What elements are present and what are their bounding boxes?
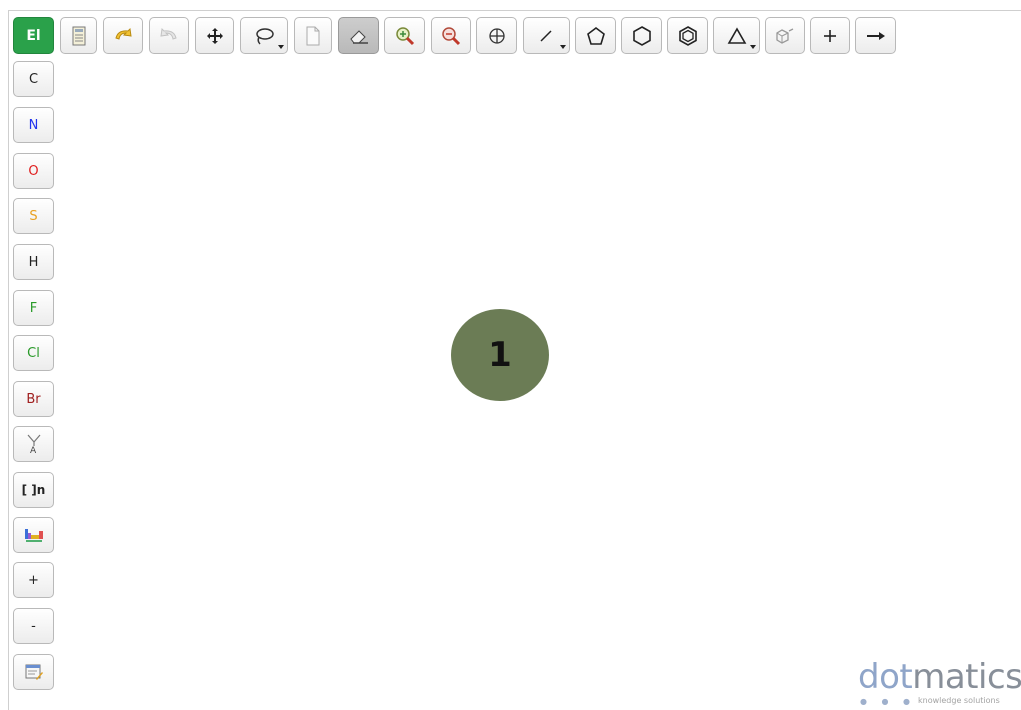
triangle-dropdown-icon (750, 45, 756, 49)
atom-cl-button[interactable]: Cl (13, 335, 54, 371)
atom-s-label: S (29, 208, 38, 224)
zoom-in-button[interactable] (384, 17, 425, 54)
lasso-icon (253, 26, 275, 46)
triangle-icon (726, 26, 748, 46)
pentagon-button[interactable] (575, 17, 616, 54)
periodic-table-button[interactable] (13, 517, 54, 553)
eraser-icon (348, 27, 370, 45)
3d-view-icon (774, 26, 796, 46)
hexagon-button[interactable] (621, 17, 662, 54)
logo-part-matics: matics (912, 657, 1021, 697)
benzene-button[interactable] (667, 17, 708, 54)
logo-tagline: knowledge solutions (918, 696, 1000, 705)
pentagon-icon (585, 25, 607, 47)
atom-br-label: Br (26, 391, 41, 407)
zoom-in-icon (394, 25, 416, 47)
dotmatics-logo: dotmatics ● ● ● knowledge solutions (858, 657, 1021, 707)
new-document-icon (305, 26, 321, 46)
atom-n-button[interactable]: N (13, 107, 54, 143)
3d-view-button[interactable] (765, 17, 805, 54)
logo-part-dot: dot (858, 657, 913, 697)
drawing-canvas[interactable] (60, 58, 1021, 710)
lasso-dropdown-icon (278, 45, 284, 49)
canvas-top-border (8, 10, 1021, 11)
benzene-icon (677, 25, 699, 47)
move-icon (206, 27, 224, 45)
charge-minus-icon: - (31, 618, 36, 634)
template-icon (70, 26, 88, 46)
grid-icon (488, 27, 506, 45)
periodic-table-icon (24, 527, 44, 543)
bond-dropdown-icon (560, 45, 566, 49)
atom-cl-label: Cl (27, 345, 40, 361)
template-button[interactable] (60, 17, 97, 54)
canvas-left-border (8, 10, 9, 710)
plus-button[interactable] (810, 17, 850, 54)
atom-o-label: O (28, 163, 39, 179)
redo-button[interactable] (149, 17, 189, 54)
callout-marker-label: 1 (488, 335, 512, 375)
atom-c-button[interactable]: C (13, 61, 54, 97)
notes-button[interactable] (13, 654, 54, 690)
bond-icon (537, 27, 557, 45)
zoom-out-icon (440, 25, 462, 47)
eraser-button[interactable] (338, 17, 379, 54)
lasso-button[interactable] (240, 17, 288, 54)
move-button[interactable] (195, 17, 234, 54)
atom-h-button[interactable]: H (13, 244, 54, 280)
svg-text:A: A (30, 446, 37, 455)
atom-f-label: F (29, 300, 38, 316)
atom-o-button[interactable]: O (13, 153, 54, 189)
new-document-button[interactable] (294, 17, 332, 54)
logo-dots: ● ● ● (860, 697, 917, 706)
hexagon-icon (631, 25, 653, 47)
notes-icon (24, 663, 44, 681)
triangle-button[interactable] (713, 17, 760, 54)
plus-icon (822, 28, 838, 44)
redo-icon (158, 26, 180, 46)
charge-plus-icon: + (28, 572, 39, 588)
zoom-out-button[interactable] (431, 17, 471, 54)
atom-n-label: N (28, 117, 39, 133)
bracket-button[interactable]: [ ]n (13, 472, 54, 508)
undo-icon (112, 26, 134, 46)
atom-query-icon: A (24, 433, 44, 455)
arrow-right-icon (865, 29, 887, 43)
atom-c-label: C (28, 71, 39, 87)
callout-marker: 1 (451, 309, 549, 401)
atom-f-button[interactable]: F (13, 290, 54, 326)
atom-query-button[interactable]: A (13, 426, 54, 462)
bracket-icon: [ ]n (21, 483, 46, 497)
atom-br-button[interactable]: Br (13, 381, 54, 417)
atom-s-button[interactable]: S (13, 198, 54, 234)
logo-wordmark: dotmatics (858, 657, 1021, 697)
arrow-right-button[interactable] (855, 17, 896, 54)
bond-button[interactable] (523, 17, 570, 54)
element-button[interactable]: El (13, 17, 54, 54)
charge-plus-button[interactable]: + (13, 562, 54, 598)
atom-h-label: H (28, 254, 39, 270)
element-button-label: El (26, 27, 41, 44)
undo-button[interactable] (103, 17, 143, 54)
grid-button[interactable] (476, 17, 517, 54)
charge-minus-button[interactable]: - (13, 608, 54, 644)
